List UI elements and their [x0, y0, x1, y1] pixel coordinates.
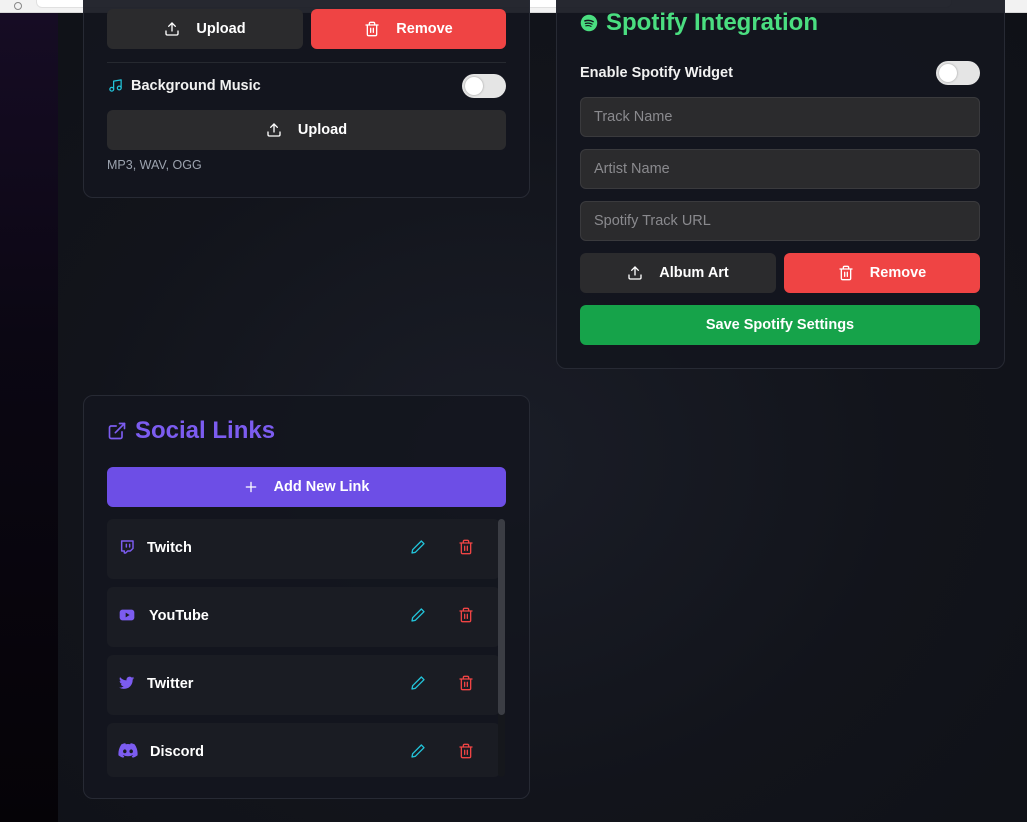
plus-icon	[245, 481, 256, 493]
album-art-label: Album Art	[659, 265, 729, 281]
enable-spotify-label: Enable Spotify Widget	[580, 65, 733, 81]
upload-button[interactable]: Upload	[107, 9, 303, 49]
upload-icon	[628, 266, 642, 280]
pencil-icon[interactable]	[410, 539, 426, 555]
spotify-title-text: Spotify Integration	[606, 9, 818, 36]
formats-hint: MP3, WAV, OGG	[107, 158, 202, 172]
music-note-icon	[109, 79, 122, 92]
album-art-remove-label: Remove	[869, 265, 927, 281]
external-link-icon	[108, 422, 126, 440]
music-upload-label: Upload	[297, 122, 348, 138]
social-link-row-discord[interactable]: Discord	[107, 723, 500, 777]
add-new-link-label: Add New Link	[273, 479, 370, 495]
social-links-title-text: Social Links	[135, 417, 276, 444]
trash-icon[interactable]	[458, 675, 474, 691]
social-link-row-twitch[interactable]: Twitch	[107, 519, 500, 579]
link-name: Twitch	[147, 540, 192, 556]
spotify-url-input[interactable]	[580, 201, 980, 241]
upload-icon	[165, 22, 180, 36]
links-scrollbar-thumb[interactable]	[498, 519, 505, 715]
social-links-title: Social Links	[107, 417, 275, 445]
add-new-link-button[interactable]: Add New Link	[107, 467, 506, 507]
background-music-toggle[interactable]	[462, 74, 506, 98]
pencil-icon[interactable]	[410, 675, 426, 691]
spotify-icon	[580, 14, 598, 32]
twitch-icon	[120, 540, 134, 554]
background-music-label: Background Music	[131, 78, 261, 94]
browser-info-icon[interactable]	[14, 2, 22, 10]
pencil-icon[interactable]	[410, 607, 426, 623]
upload-icon	[267, 123, 281, 137]
left-sidebar-strip	[0, 13, 58, 822]
social-link-row-youtube[interactable]: YouTube	[107, 587, 500, 647]
music-upload-button[interactable]: Upload	[107, 110, 506, 150]
social-link-row-twitter[interactable]: Twitter	[107, 655, 500, 715]
pencil-icon[interactable]	[410, 743, 426, 759]
remove-button-label: Remove	[396, 21, 453, 37]
album-art-button[interactable]: Album Art	[580, 253, 776, 293]
link-name: Twitter	[147, 676, 194, 692]
save-spotify-button[interactable]: Save Spotify Settings	[580, 305, 980, 345]
trash-icon	[839, 265, 853, 281]
link-name: Discord	[150, 744, 204, 760]
twitter-icon	[119, 676, 135, 689]
trash-icon[interactable]	[458, 539, 474, 555]
divider	[107, 62, 506, 63]
save-spotify-label: Save Spotify Settings	[705, 317, 855, 333]
youtube-icon	[119, 609, 135, 621]
trash-icon	[365, 21, 379, 37]
upload-button-label: Upload	[196, 21, 246, 37]
link-name: YouTube	[149, 608, 209, 624]
album-art-remove-button[interactable]: Remove	[784, 253, 980, 293]
artist-name-input[interactable]	[580, 149, 980, 189]
remove-button[interactable]: Remove	[311, 9, 506, 49]
discord-icon	[118, 743, 138, 758]
trash-icon[interactable]	[458, 607, 474, 623]
track-name-input[interactable]	[580, 97, 980, 137]
trash-icon[interactable]	[458, 743, 474, 759]
enable-spotify-toggle[interactable]	[936, 61, 980, 85]
spotify-title: Spotify Integration	[580, 9, 818, 37]
